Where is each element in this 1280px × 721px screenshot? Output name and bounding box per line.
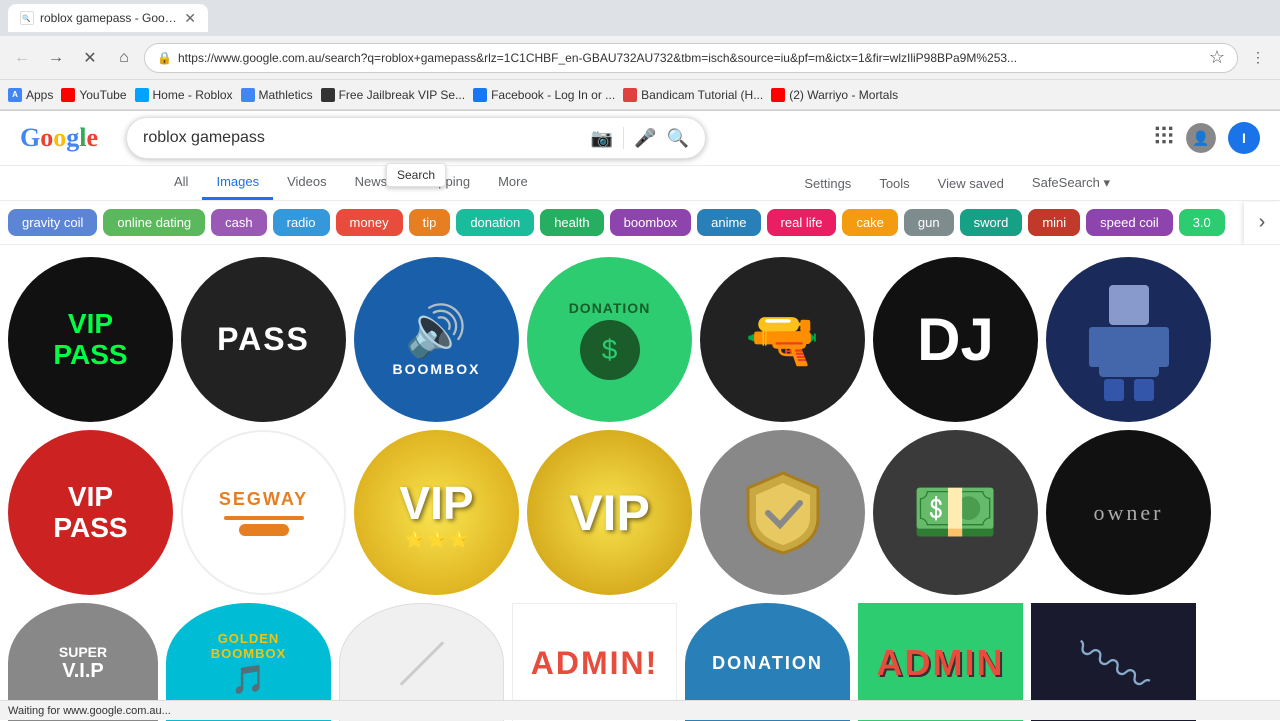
user-profile-icon[interactable]: 👤	[1186, 123, 1216, 153]
active-tab[interactable]: 🔍 roblox gamepass - Google Search ✕	[8, 4, 208, 32]
image-item-pass-black[interactable]: PASS	[181, 257, 346, 422]
toolbar-right: ⋮	[1244, 44, 1272, 72]
home-button[interactable]: ⌂	[110, 44, 138, 72]
image-item-vip-pass-red[interactable]: VIP PASS	[8, 430, 173, 595]
image-item-vip-yellow-2[interactable]: VIP	[527, 430, 692, 595]
image-row-1: VIP PASS PASS 🔊 BOOMBOX DONATION $	[8, 257, 1272, 422]
bookmark-bandicam[interactable]: Bandicam Tutorial (H...	[623, 88, 763, 102]
image-item-shield-gold[interactable]	[700, 430, 865, 595]
image-item-money-stacks[interactable]: 💵	[873, 430, 1038, 595]
secure-icon: 🔒	[157, 51, 172, 65]
forward-button[interactable]: →	[42, 44, 70, 72]
image-item-owner-dark[interactable]: owner	[1046, 430, 1211, 595]
search-query-text: roblox gamepass	[143, 129, 581, 147]
bookmark-mathletics[interactable]: Mathletics	[241, 88, 313, 102]
address-bar[interactable]: 🔒 https://www.google.com.au/search?q=rob…	[144, 43, 1238, 73]
image-item-vip-pass-green[interactable]: VIP PASS	[8, 257, 173, 422]
google-header: Google roblox gamepass 📷 🎤 🔍 Search	[0, 111, 1280, 166]
image-row-2: VIP PASS SEGWAY VIP ⭐⭐⭐	[8, 430, 1272, 595]
toolbar: ← → ✕ ⌂ 🔒 https://www.google.com.au/sear…	[0, 36, 1280, 80]
image-item-boombox-blue[interactable]: 🔊 BOOMBOX	[354, 257, 519, 422]
safesearch-btn[interactable]: SafeSearch ▾	[1022, 169, 1120, 197]
filter-chip-health[interactable]: health	[540, 209, 603, 236]
filter-chip-3-0[interactable]: 3.0	[1179, 209, 1225, 236]
browser-chrome: 🔍 roblox gamepass - Google Search ✕ ← → …	[0, 0, 1280, 111]
tab-title: roblox gamepass - Google Search	[40, 11, 178, 25]
address-text: https://www.google.com.au/search?q=roblo…	[178, 51, 1203, 65]
bookmark-star-icon[interactable]: ☆	[1209, 47, 1225, 68]
tab-bar: 🔍 roblox gamepass - Google Search ✕	[0, 0, 1280, 36]
image-grid: VIP PASS PASS 🔊 BOOMBOX DONATION $	[0, 245, 1280, 721]
image-item-gun-black[interactable]: 🔫	[700, 257, 865, 422]
filter-chip-radio[interactable]: radio	[273, 209, 330, 236]
bookmark-jailbreak[interactable]: Free Jailbreak VIP Se...	[321, 88, 466, 102]
bookmark-youtube[interactable]: YouTube	[61, 88, 126, 102]
filter-chip-gravity-coil[interactable]: gravity coil	[8, 209, 97, 236]
tab-images[interactable]: Images	[202, 166, 273, 200]
search-bar-container: roblox gamepass 📷 🎤 🔍 Search	[126, 117, 706, 159]
filter-chip-money[interactable]: money	[336, 209, 403, 236]
extensions-button[interactable]: ⋮	[1244, 44, 1272, 72]
filter-scroll-right-btn[interactable]: ›	[1244, 202, 1280, 244]
tab-all[interactable]: All	[160, 166, 202, 200]
settings-btn[interactable]: Settings	[794, 170, 861, 197]
apps-grid-icon[interactable]	[1154, 125, 1174, 151]
divider	[623, 127, 624, 149]
search-tooltip: Search	[386, 163, 446, 187]
image-item-dj-black[interactable]: DJ	[873, 257, 1038, 422]
status-bar: Waiting for www.google.com.au...	[0, 700, 1280, 720]
page-content: Google roblox gamepass 📷 🎤 🔍 Search	[0, 111, 1280, 721]
bookmarks-bar: A Apps YouTube Home - Roblox Mathletics …	[0, 80, 1280, 110]
nav-tabs-bar: All Images Videos News Shopping More Set…	[0, 166, 1280, 201]
search-input-wrapper[interactable]: roblox gamepass 📷 🎤 🔍	[126, 117, 706, 159]
filter-chip-mini[interactable]: mini	[1028, 209, 1080, 236]
filter-chip-cake[interactable]: cake	[842, 209, 897, 236]
camera-icon[interactable]: 📷	[591, 128, 613, 149]
tools-btn[interactable]: Tools	[869, 170, 919, 197]
filter-chips-scroll: gravity coil online dating cash radio mo…	[0, 201, 1244, 244]
image-item-vip-yellow-1[interactable]: VIP ⭐⭐⭐	[354, 430, 519, 595]
tab-videos[interactable]: Videos	[273, 166, 341, 200]
bookmark-facebook[interactable]: Facebook - Log In or ...	[473, 88, 615, 102]
filter-chips-row: gravity coil online dating cash radio mo…	[0, 201, 1280, 245]
back-button[interactable]: ←	[8, 44, 36, 72]
user-avatar[interactable]: I	[1228, 122, 1260, 154]
filter-chip-anime[interactable]: anime	[697, 209, 760, 236]
filter-chip-donation[interactable]: donation	[456, 209, 534, 236]
search-icon[interactable]: 🔍	[667, 128, 689, 149]
svg-text:🔍: 🔍	[22, 14, 30, 23]
status-text: Waiting for www.google.com.au...	[8, 705, 171, 717]
bookmark-roblox[interactable]: Home - Roblox	[135, 88, 233, 102]
view-saved-btn[interactable]: View saved	[928, 170, 1014, 197]
bookmark-apps[interactable]: A Apps	[8, 88, 53, 102]
image-item-roblox-char[interactable]	[1046, 257, 1211, 422]
tab-close-btn[interactable]: ✕	[184, 10, 196, 27]
bookmark-warriyo[interactable]: (2) Warriyo - Mortals	[771, 88, 898, 102]
microphone-icon[interactable]: 🎤	[634, 128, 656, 149]
reload-button[interactable]: ✕	[76, 44, 104, 72]
filter-chip-tip[interactable]: tip	[409, 209, 451, 236]
filter-chip-real-life[interactable]: real life	[767, 209, 837, 236]
filter-chip-sword[interactable]: sword	[960, 209, 1023, 236]
filter-chip-gun[interactable]: gun	[904, 209, 954, 236]
image-item-segway[interactable]: SEGWAY	[181, 430, 346, 595]
filter-chip-cash[interactable]: cash	[211, 209, 266, 236]
filter-chip-online-dating[interactable]: online dating	[103, 209, 205, 236]
filter-chip-boombox[interactable]: boombox	[610, 209, 691, 236]
image-item-donation-green[interactable]: DONATION $	[527, 257, 692, 422]
tab-more[interactable]: More	[484, 166, 542, 200]
google-logo[interactable]: Google	[20, 123, 98, 153]
filter-chip-speed-coil[interactable]: speed coil	[1086, 209, 1173, 236]
header-right: 👤 I	[1154, 122, 1260, 154]
